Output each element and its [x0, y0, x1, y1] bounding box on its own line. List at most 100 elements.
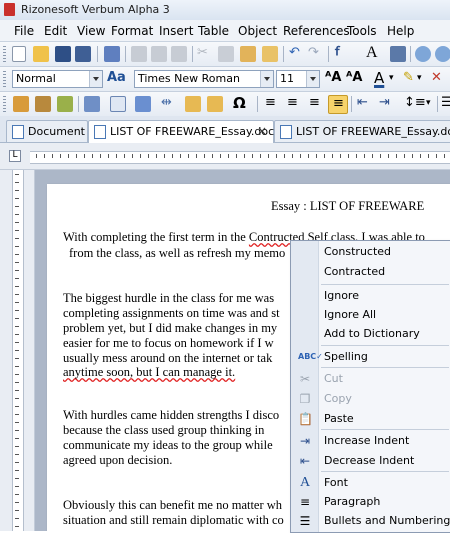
essay-heading[interactable]: Essay : LIST OF FREEWARE [271, 199, 424, 215]
print-icon[interactable] [171, 46, 187, 62]
styles-icon[interactable]: Aa [107, 70, 126, 86]
page-break-icon[interactable]: ⇹ [161, 95, 172, 111]
print-preview-icon[interactable] [131, 46, 147, 62]
toolbar-grip[interactable] [3, 96, 6, 112]
paragraph-3-line-1[interactable]: With hurdles came hidden strengths I dis… [63, 408, 279, 424]
align-left-icon[interactable]: ≡ [265, 95, 276, 111]
menu-edit[interactable]: Edit [44, 24, 67, 38]
footer-icon[interactable] [207, 96, 223, 112]
new-icon[interactable] [12, 46, 26, 62]
font-size-select[interactable]: 11 [276, 70, 320, 88]
toolbar-grip[interactable] [3, 71, 6, 87]
grow-font-icon[interactable]: ᴬA [325, 70, 341, 86]
open-icon[interactable] [33, 46, 49, 62]
menu-item-cut[interactable]: ✂ Cut [291, 369, 450, 389]
menu-item-ignore[interactable]: Ignore [291, 286, 450, 306]
suggestion-contracted[interactable]: Contracted [291, 262, 450, 282]
highlight-icon[interactable]: ✎ [403, 70, 414, 86]
chevron-down-icon[interactable]: ▾ [426, 95, 431, 111]
insert-image-icon[interactable] [13, 96, 29, 112]
menu-insert[interactable]: Insert [159, 24, 193, 38]
menu-help[interactable]: Help [387, 24, 414, 38]
chevron-down-icon[interactable] [89, 71, 102, 87]
redo-icon[interactable]: ↷ [308, 45, 319, 61]
ruler-track[interactable] [30, 151, 450, 164]
paste-icon[interactable] [240, 46, 256, 62]
justify-button[interactable]: ≡ [328, 95, 348, 114]
paragraph-1-line-2[interactable]: from the class, as well as refresh my me… [69, 246, 285, 262]
insert-table-icon[interactable] [390, 46, 406, 62]
cut-icon[interactable]: ✂ [197, 45, 208, 61]
close-icon[interactable]: × [257, 124, 267, 138]
menu-references[interactable]: References [283, 24, 350, 38]
find-replace-icon[interactable]: ꬵ [335, 45, 339, 61]
increase-indent-icon[interactable]: ⇥ [379, 95, 390, 111]
insert-chart-icon[interactable] [57, 96, 73, 112]
menu-item-add-to-dictionary[interactable]: Add to Dictionary [291, 324, 450, 344]
paragraph-2-line-6[interactable]: anytime soon, but I can manage it. [63, 365, 235, 381]
menu-item-ignore-all[interactable]: Ignore All [291, 305, 450, 325]
menu-view[interactable]: View [77, 24, 105, 38]
copy-icon[interactable] [218, 46, 234, 62]
undo-icon[interactable]: ↶ [289, 45, 300, 61]
menu-item-decrease-indent[interactable]: ⇤ Decrease Indent [291, 451, 450, 471]
line-spacing-icon[interactable]: ↕≡ [404, 95, 426, 111]
paragraph-4-line-1[interactable]: Obviously this can benefit me no matter … [63, 498, 282, 514]
menu-item-copy[interactable]: ❐ Copy [291, 389, 450, 409]
tab-document-1[interactable]: Document 1 [6, 120, 95, 142]
insert-object-icon[interactable] [135, 96, 151, 112]
font-color-icon[interactable]: A [374, 70, 384, 86]
paragraph-4-line-2[interactable]: situation and still remain diplomatic wi… [63, 513, 284, 529]
shrink-font-icon[interactable]: ᴬA [346, 70, 362, 86]
bullets-icon[interactable]: ☰ [441, 95, 450, 111]
menu-file[interactable]: File [14, 24, 34, 38]
save-icon[interactable] [55, 46, 71, 62]
align-right-icon[interactable]: ≡ [309, 95, 320, 111]
menu-object[interactable]: Object [238, 24, 277, 38]
menu-format[interactable]: Format [111, 24, 153, 38]
menu-item-increase-indent[interactable]: ⇥ Increase Indent [291, 431, 450, 451]
horizontal-ruler[interactable]: L [0, 143, 450, 170]
insert-symbol-icon[interactable]: Ω [233, 95, 246, 111]
align-center-icon[interactable]: ≡ [287, 95, 298, 111]
tab-list-of-freeware-doc[interactable]: LIST OF FREEWARE_Essay.doc × [88, 120, 274, 143]
suggestion-constructed[interactable]: Constructed [291, 242, 450, 262]
menu-table[interactable]: Table [198, 24, 229, 38]
paste-special-icon[interactable] [262, 46, 278, 62]
table-icon[interactable] [84, 96, 100, 112]
tab-list-of-freeware-docx[interactable]: LIST OF FREEWARE_Essay.docx [274, 120, 450, 142]
document-properties-icon[interactable] [104, 46, 120, 62]
style-select[interactable]: Normal [12, 70, 103, 88]
paragraph-3-line-4[interactable]: agreed upon decision. [63, 453, 172, 469]
menu-item-bullets-and-numbering[interactable]: ☰ Bullets and Numbering [291, 511, 450, 531]
save-all-icon[interactable] [75, 46, 91, 62]
font-select[interactable]: Times New Roman [134, 70, 274, 88]
zoom-out-icon[interactable] [435, 46, 450, 62]
insert-frame-icon[interactable] [110, 96, 126, 112]
menu-item-font[interactable]: A Font [291, 473, 450, 493]
paragraph-2-line-4[interactable]: easier for me to focus on homework if I … [63, 336, 274, 352]
header-icon[interactable] [185, 96, 201, 112]
paragraph-2-line-3[interactable]: problem yet, but I did make changes in m… [63, 321, 277, 337]
chevron-down-icon[interactable]: ▾ [389, 70, 394, 86]
zoom-in-icon[interactable] [415, 46, 431, 62]
clear-format-icon[interactable]: ✕ [431, 70, 442, 86]
paragraph-3-line-2[interactable]: because the class used group thinking in [63, 423, 264, 439]
paragraph-3-line-3[interactable]: communicate my ideas to the group while [63, 438, 273, 454]
insert-picture-icon[interactable] [35, 96, 51, 112]
menu-item-paste[interactable]: 📋 Paste [291, 409, 450, 429]
toolbar-grip[interactable] [3, 46, 6, 62]
decrease-indent-icon[interactable]: ⇤ [357, 95, 368, 111]
menu-item-spelling[interactable]: ABC✓ Spelling [291, 347, 450, 367]
menu-tools[interactable]: Tools [347, 24, 377, 38]
vertical-ruler[interactable] [0, 170, 35, 531]
export-icon[interactable] [151, 46, 167, 62]
tab-stop-selector[interactable]: L [9, 150, 21, 162]
menu-item-paragraph[interactable]: ≡ Paragraph [291, 492, 450, 512]
paragraph-2-line-1[interactable]: The biggest hurdle in the class for me w… [63, 291, 274, 307]
chevron-down-icon[interactable] [260, 71, 273, 87]
chevron-down-icon[interactable] [306, 71, 319, 87]
font-icon[interactable]: A [366, 45, 378, 61]
chevron-down-icon[interactable]: ▾ [417, 70, 422, 86]
paragraph-2-line-2[interactable]: completing assignments on time was and s… [63, 306, 280, 322]
